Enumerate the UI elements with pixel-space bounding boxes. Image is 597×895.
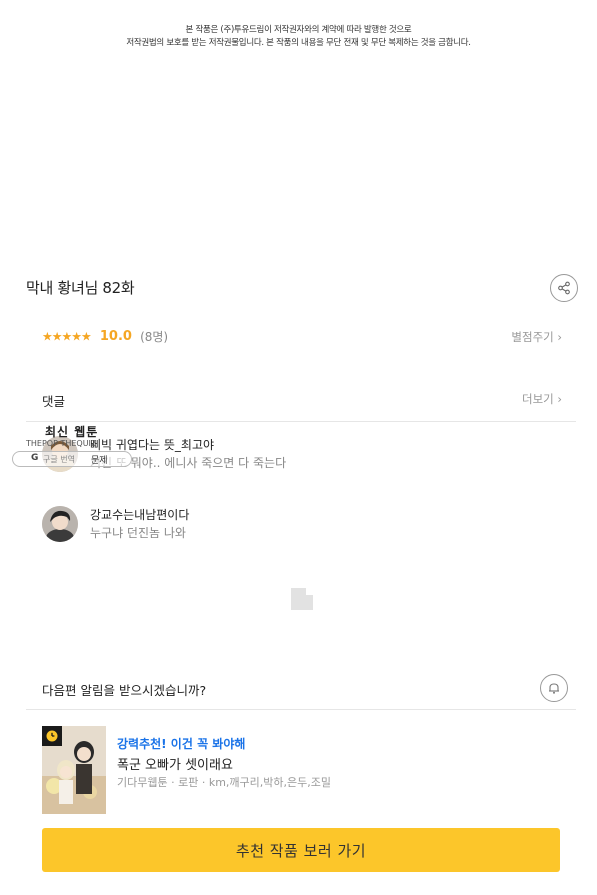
episode-header: 막내 황녀님 82화 [26,272,578,304]
quiz-label: 문제 [91,456,108,466]
clock-icon [42,726,62,746]
loading-placeholder [291,588,313,610]
widget-caption: THEPOP THEQUIZ [26,439,97,448]
copyright-line-1: 본 작품은 (주)투유드림이 저작권자와의 계약에 따라 발행한 것으로 [185,25,412,35]
notification-button[interactable] [540,674,568,702]
comment-item: 강교수는내남편이다 누구냐 던진놈 나와 [42,506,562,546]
rate-button[interactable]: 별점주기 › [511,329,562,345]
comment-username: 강교수는내남편이다 [90,508,190,522]
notification-row: 다음편 알림을 받으시겠습니까? [26,668,576,710]
comments-label: 댓글 [42,394,66,409]
widget-translate-bar[interactable]: G 구글 번역 문제 [12,451,132,467]
avatar [42,506,78,542]
rating-stars: ★★★★★ [42,329,92,344]
recommendation-card[interactable]: 강력추천! 이건 꼭 봐야해 폭군 오빠가 셋이래요 기다무웹툰 · 로판 · … [42,726,562,816]
copyright-line-2: 저작권법의 보호를 받는 저작권물입니다. 본 작품의 내용을 무단 전재 및 … [126,38,471,48]
comments-more-link[interactable]: 더보기 › [522,391,562,407]
google-icon: G [31,453,39,463]
bell-icon [549,683,559,694]
rating-count: (8명) [140,330,169,344]
episode-title: 막내 황녀님 82화 [26,279,135,297]
view-recommendations-button[interactable]: 추천 작품 보러 가기 [42,828,560,872]
floating-widget[interactable]: 최신 웹툰 THEPOP THEQUIZ G 구글 번역 문제 [12,422,172,472]
share-icon [558,281,570,295]
rating-score: 10.0 [99,329,132,344]
recommendation-meta: 기다무웹툰 · 로판 · km,깨구리,박하,은두,조밀 [117,776,331,789]
translate-label: 구글 번역 [43,455,75,464]
copyright-notice: 본 작품은 (주)투유드림이 저작권자와의 계약에 따라 발행한 것으로 저작권… [0,24,597,50]
comments-header: 댓글 더보기 › [26,384,576,422]
recommendation-thumbnail[interactable] [42,726,106,814]
notification-prompt: 다음편 알림을 받으시겠습니까? [42,683,207,698]
share-button[interactable] [550,274,578,302]
widget-title: 최신 웹툰 [45,425,99,439]
recommendation-tag: 강력추천! 이건 꼭 봐야해 [117,737,246,751]
rating-row: ★★★★★ 10.0 (8명) 별점주기 › [42,326,562,348]
recommendation-title[interactable]: 폭군 오빠가 셋이래요 [117,754,233,773]
comment-text: 누구냐 던진놈 나와 [90,526,186,540]
